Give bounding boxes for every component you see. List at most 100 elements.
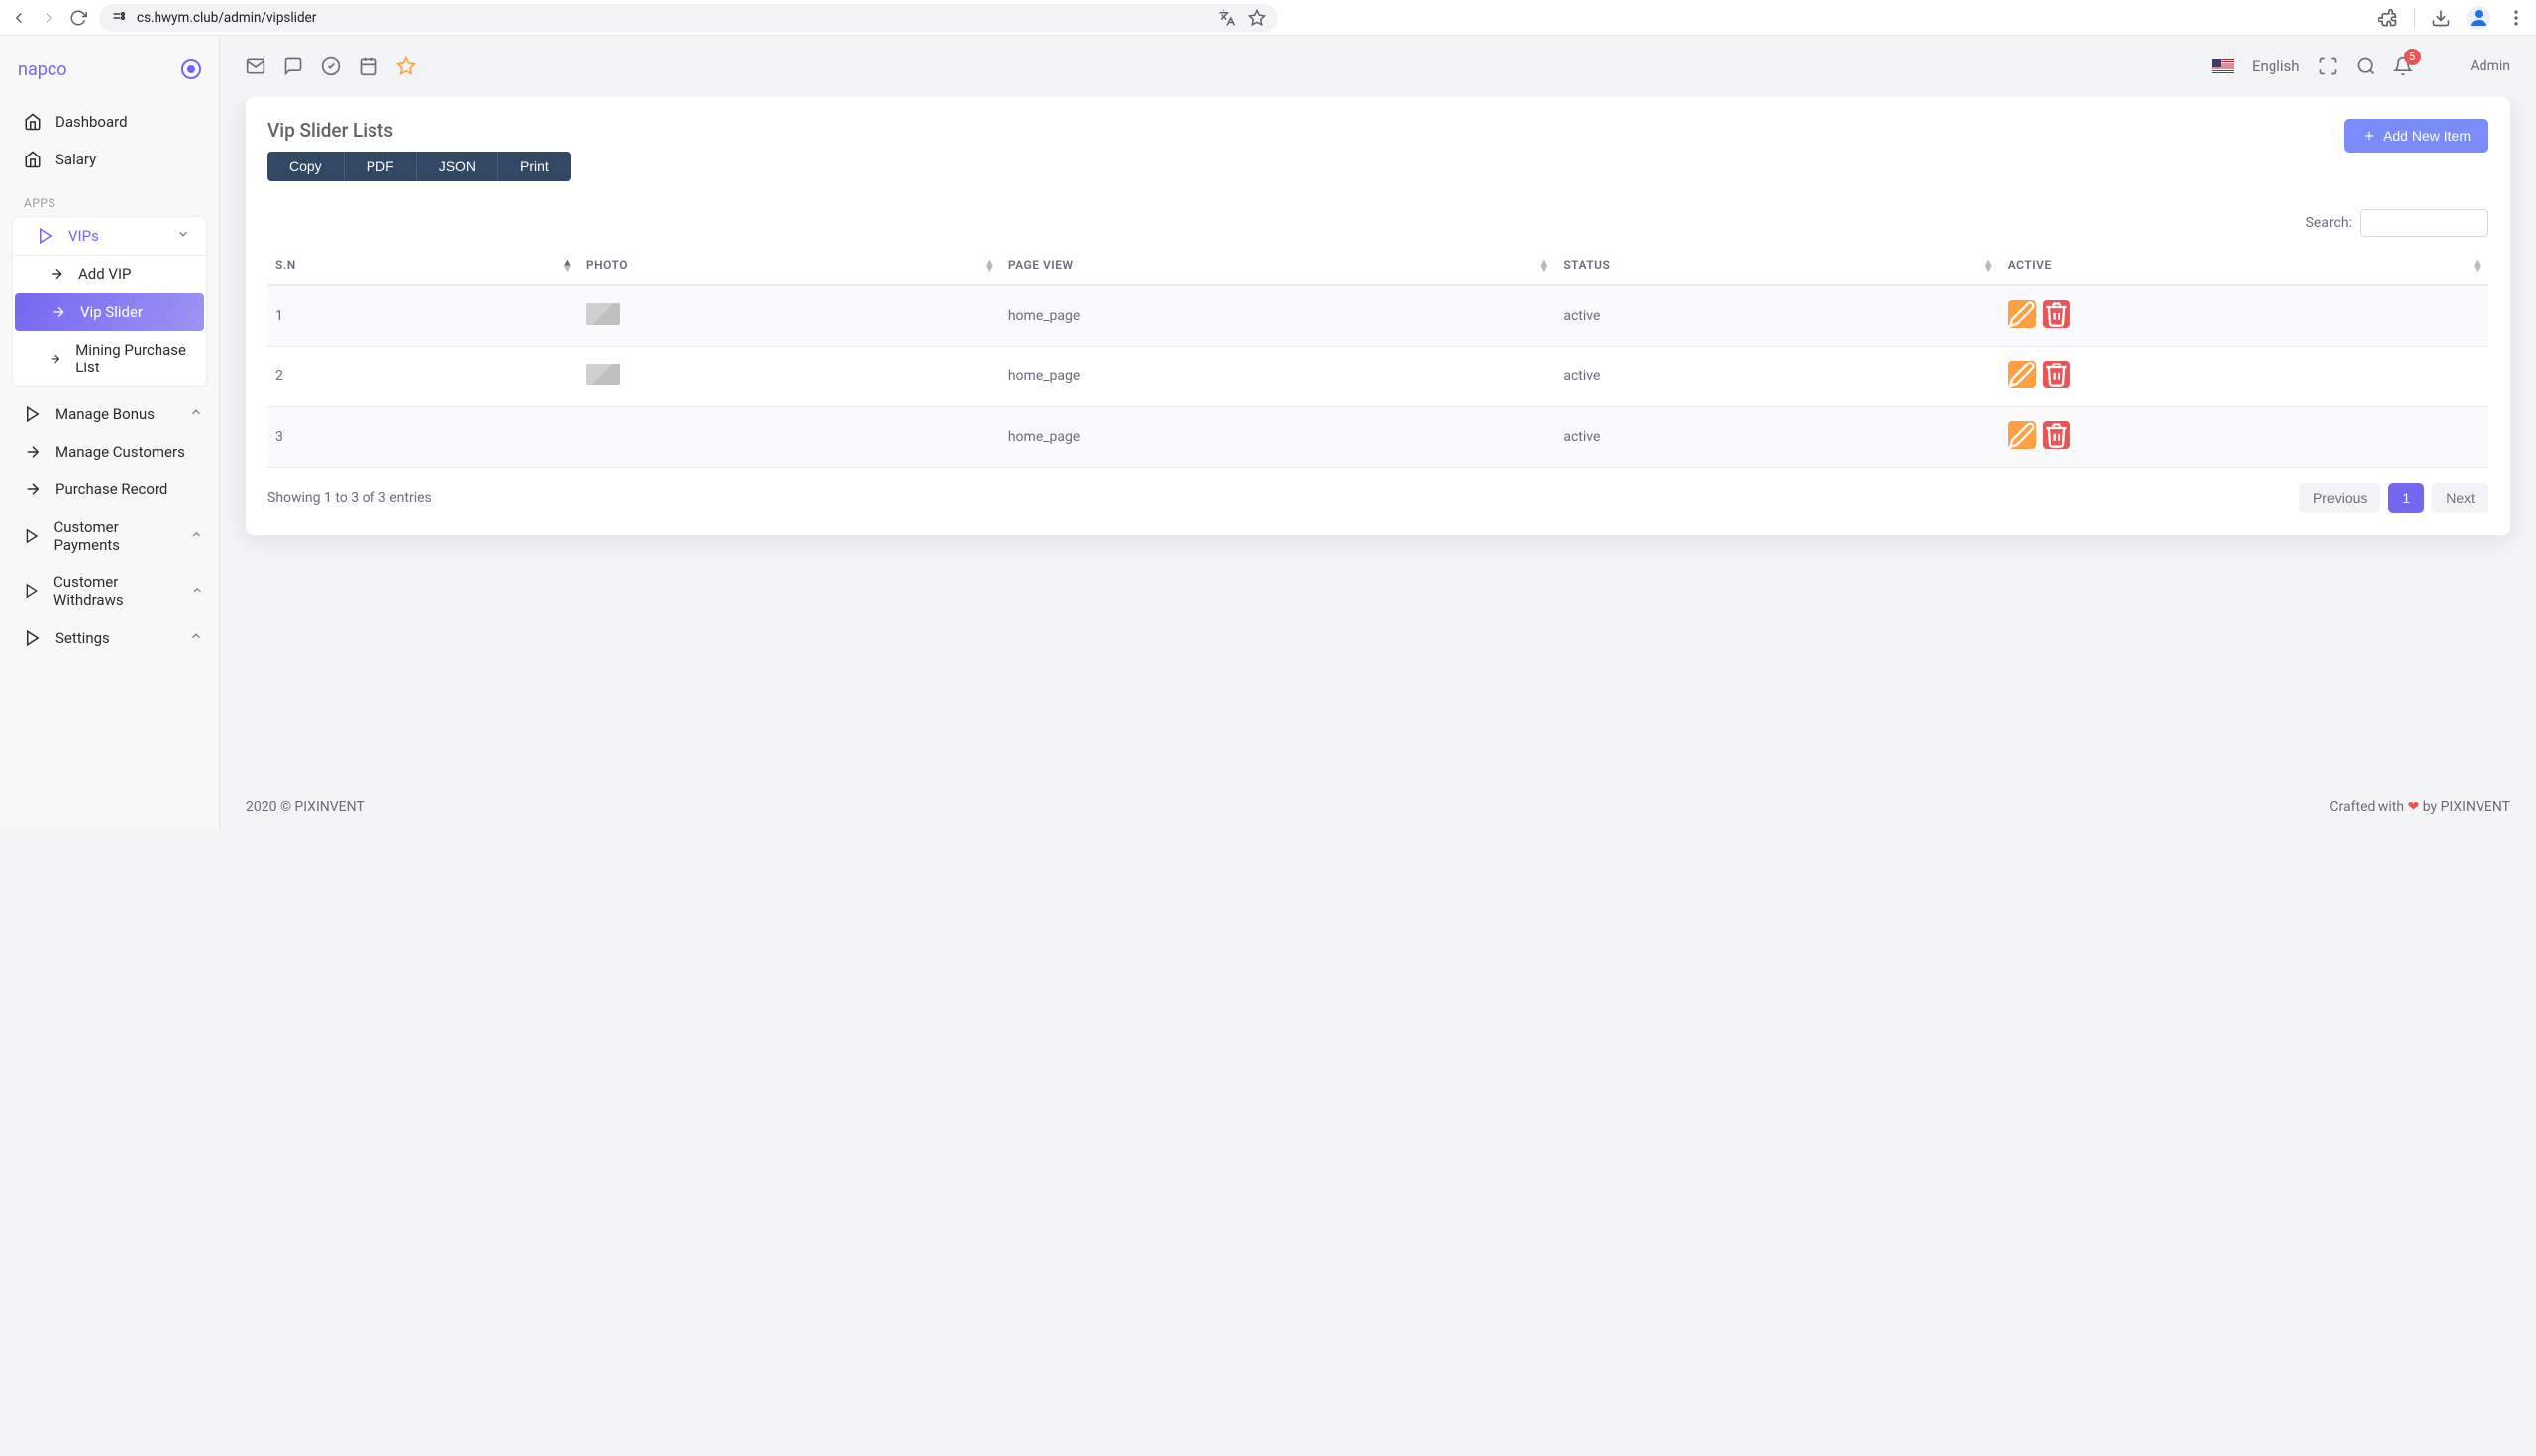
fullscreen-icon[interactable] <box>2318 56 2338 76</box>
search-input[interactable] <box>2360 209 2488 237</box>
sidebar-item-dashboard[interactable]: Dashboard <box>0 103 219 141</box>
browser-reload-icon[interactable] <box>69 9 87 27</box>
sidebar-item-label: VIPs <box>68 227 99 245</box>
plus-icon <box>2362 129 2376 143</box>
extensions-icon[interactable] <box>2378 8 2398 28</box>
arrow-right-icon <box>24 443 42 461</box>
export-json-button[interactable]: JSON <box>417 152 498 181</box>
notifications-icon[interactable]: 5 <box>2393 56 2413 76</box>
chat-icon[interactable] <box>283 56 303 76</box>
home-icon <box>24 113 42 131</box>
delete-button[interactable] <box>2043 421 2070 449</box>
pagination-page-1-button[interactable]: 1 <box>2388 483 2424 513</box>
search-icon[interactable] <box>2356 56 2376 76</box>
cell-status: active <box>1555 407 1999 468</box>
column-sn[interactable]: S.N▴▾ <box>267 247 579 285</box>
sidebar-item-vips[interactable]: VIPs <box>13 217 206 256</box>
browser-url-bar[interactable]: cs.hwym.club/admin/vipslider <box>99 4 1278 32</box>
star-icon[interactable] <box>396 56 416 76</box>
sidebar-item-label: Vip Slider <box>80 303 143 321</box>
table-row: 3 home_page active <box>267 407 2488 468</box>
sidebar-item-manage-bonus[interactable]: Manage Bonus <box>0 395 219 433</box>
browser-back-icon[interactable] <box>10 9 28 27</box>
cell-page-view: home_page <box>1001 285 1556 347</box>
search-label: Search: <box>2306 215 2352 231</box>
cell-photo <box>579 347 1001 407</box>
sidebar-sub-mining-purchase[interactable]: Mining Purchase List <box>13 331 206 386</box>
pagination: Previous 1 Next <box>2299 483 2488 513</box>
sidebar-item-label: Settings <box>55 629 110 647</box>
sidebar-sub-vip-slider[interactable]: Vip Slider <box>15 293 204 331</box>
column-active[interactable]: ACTIVE▴▾ <box>2000 247 2488 285</box>
arrow-right-icon <box>24 480 42 498</box>
thumbnail-image <box>586 303 620 325</box>
column-photo[interactable]: PHOTO▴▾ <box>579 247 1001 285</box>
add-new-item-button[interactable]: Add New Item <box>2344 119 2488 153</box>
translate-icon[interactable] <box>1218 9 1236 27</box>
browser-menu-icon[interactable] <box>2506 8 2526 28</box>
arrow-right-icon <box>49 351 61 366</box>
main-area: English 5 Admin Vip Slider Lists <box>220 36 2536 829</box>
table-row: 1 home_page active <box>267 285 2488 347</box>
thumbnail-image <box>586 364 620 385</box>
sidebar-group-vips: VIPs Add VIP Vip Slider <box>12 216 207 387</box>
browser-forward-icon[interactable] <box>40 9 57 27</box>
column-page-view[interactable]: PAGE VIEW▴▾ <box>1001 247 1556 285</box>
flag-us-icon[interactable] <box>2212 59 2234 73</box>
play-icon <box>37 227 54 245</box>
brand-name[interactable]: napco <box>18 59 67 80</box>
sidebar-item-label: Dashboard <box>55 113 128 131</box>
cell-status: active <box>1555 347 1999 407</box>
export-copy-button[interactable]: Copy <box>267 152 345 181</box>
collapse-toggle-icon[interactable] <box>181 59 201 79</box>
cell-photo <box>579 407 1001 468</box>
cell-sn: 1 <box>267 285 579 347</box>
cell-status: active <box>1555 285 1999 347</box>
cell-page-view: home_page <box>1001 407 1556 468</box>
sidebar-item-label: Manage Bonus <box>55 405 155 423</box>
cell-photo <box>579 285 1001 347</box>
play-icon <box>24 629 42 647</box>
pagination-next-button[interactable]: Next <box>2432 483 2488 513</box>
sidebar-item-label: Mining Purchase List <box>75 341 190 376</box>
sidebar-item-customer-withdraws[interactable]: Customer Withdraws <box>0 564 219 619</box>
edit-button[interactable] <box>2008 421 2036 449</box>
export-print-button[interactable]: Print <box>498 152 571 181</box>
site-settings-icon[interactable] <box>111 10 127 26</box>
sidebar-item-manage-customers[interactable]: Manage Customers <box>0 433 219 470</box>
divider <box>2414 8 2415 28</box>
table-row: 2 home_page active <box>267 347 2488 407</box>
cell-actions <box>2000 347 2488 407</box>
export-pdf-button[interactable]: PDF <box>345 152 417 181</box>
chevron-up-icon <box>191 582 203 600</box>
check-circle-icon[interactable] <box>321 56 341 76</box>
bookmark-star-icon[interactable] <box>1248 9 1266 27</box>
delete-button[interactable] <box>2043 300 2070 328</box>
profile-avatar[interactable] <box>2467 6 2490 30</box>
column-status[interactable]: STATUS▴▾ <box>1555 247 1999 285</box>
sidebar-item-settings[interactable]: Settings <box>0 619 219 657</box>
language-label[interactable]: English <box>2252 57 2300 75</box>
notification-count-badge: 5 <box>2404 49 2421 65</box>
pagination-prev-button[interactable]: Previous <box>2299 483 2380 513</box>
user-name[interactable]: Admin <box>2471 58 2510 74</box>
sidebar: napco Dashboard Salary APPS VIPs <box>0 36 220 829</box>
url-text: cs.hwym.club/admin/vipslider <box>137 10 316 26</box>
delete-button[interactable] <box>2043 361 2070 388</box>
mail-icon[interactable] <box>246 56 265 76</box>
sidebar-item-label: Add VIP <box>78 265 132 283</box>
sidebar-sub-add-vip[interactable]: Add VIP <box>13 256 206 293</box>
edit-button[interactable] <box>2008 300 2036 328</box>
cell-sn: 2 <box>267 347 579 407</box>
sidebar-item-salary[interactable]: Salary <box>0 141 219 178</box>
downloads-icon[interactable] <box>2431 8 2451 28</box>
play-icon <box>24 582 40 600</box>
home-icon <box>24 151 42 168</box>
sidebar-item-purchase-record[interactable]: Purchase Record <box>0 470 219 508</box>
entries-info: Showing 1 to 3 of 3 entries <box>267 490 432 506</box>
calendar-icon[interactable] <box>359 56 378 76</box>
sidebar-item-customer-payments[interactable]: Customer Payments <box>0 508 219 564</box>
edit-button[interactable] <box>2008 361 2036 388</box>
footer-credits: Crafted with ❤ by PIXINVENT <box>2329 799 2510 815</box>
cell-actions <box>2000 407 2488 468</box>
